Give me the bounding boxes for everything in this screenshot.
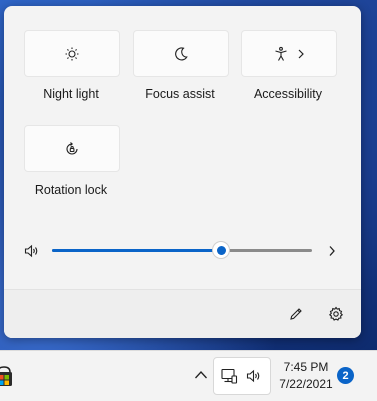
crescent-moon-icon bbox=[173, 46, 189, 62]
taskbar: 7:45 PM 7/22/2021 2 bbox=[0, 350, 377, 401]
notification-count-badge[interactable]: 2 bbox=[337, 367, 354, 384]
night-light-toggle[interactable] bbox=[24, 30, 120, 77]
volume-slider-thumb[interactable] bbox=[213, 242, 229, 258]
focus-assist-label: Focus assist bbox=[145, 87, 215, 101]
chevron-up-icon[interactable] bbox=[193, 367, 209, 383]
chevron-right-icon[interactable] bbox=[326, 243, 338, 259]
network-volume-tray-button[interactable] bbox=[213, 357, 271, 395]
rotation-lock-icon bbox=[64, 141, 80, 157]
brightness-sun-icon bbox=[64, 46, 80, 62]
rotation-lock-toggle[interactable] bbox=[24, 125, 120, 172]
clock-time[interactable]: 7:45 PM bbox=[278, 360, 334, 374]
rotation-lock-label: Rotation lock bbox=[34, 183, 108, 197]
speaker-icon[interactable] bbox=[22, 243, 40, 259]
pencil-edit-icon[interactable] bbox=[286, 304, 306, 324]
gear-settings-icon[interactable] bbox=[326, 304, 346, 324]
quick-settings-panel: Night light Focus assist Accessibility R… bbox=[4, 6, 361, 338]
accessibility-label: Accessibility bbox=[253, 87, 323, 101]
chevron-right-icon bbox=[297, 49, 305, 59]
quick-settings-footer bbox=[4, 289, 361, 338]
network-icon bbox=[220, 367, 238, 385]
focus-assist-toggle[interactable] bbox=[133, 30, 229, 77]
night-light-label: Night light bbox=[43, 87, 99, 101]
speaker-icon bbox=[244, 368, 262, 384]
volume-slider-fill bbox=[52, 249, 221, 252]
clock-date[interactable]: 7/22/2021 bbox=[278, 377, 334, 391]
volume-slider[interactable] bbox=[52, 242, 312, 258]
store-bag-icon[interactable] bbox=[0, 365, 12, 387]
accessibility-toggle[interactable] bbox=[241, 30, 337, 77]
accessibility-person-icon bbox=[273, 46, 289, 62]
